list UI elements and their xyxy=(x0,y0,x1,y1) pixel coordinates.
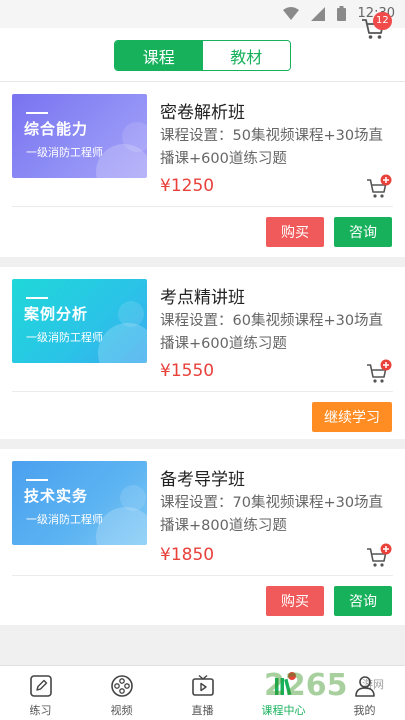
tab-label: 我的 xyxy=(353,704,376,717)
thumbnail-title: 综合能力 xyxy=(24,120,89,138)
divider xyxy=(12,206,393,207)
watermark: 2265 xyxy=(264,668,348,703)
divider xyxy=(12,575,393,576)
tab-textbooks[interactable]: 教材 xyxy=(202,41,290,70)
film-reel-icon xyxy=(111,675,133,697)
course-card: 案例分析 一级消防工程师 考点精讲班 课程设置：60集视频课程+30场直播课+6… xyxy=(0,267,405,439)
course-description: 课程设置：50集视频课程+30场直播课+600道练习题 xyxy=(160,128,384,167)
consult-button[interactable]: 咨询 xyxy=(334,586,392,616)
add-to-cart-icon[interactable] xyxy=(366,543,392,569)
course-card: 技术实务 一级消防工程师 备考导学班 课程设置：70集视频课程+30场直播课+8… xyxy=(0,449,405,625)
thumbnail-subtitle: 一级消防工程师 xyxy=(26,146,103,159)
wifi-icon xyxy=(282,6,299,20)
thumbnail-subtitle: 一级消防工程师 xyxy=(26,331,103,344)
thumbnail-title: 技术实务 xyxy=(24,487,89,505)
buy-button[interactable]: 购买 xyxy=(266,217,324,247)
tab-video[interactable]: 视频 xyxy=(81,666,162,720)
thumbnail-title: 案例分析 xyxy=(24,305,89,323)
tab-courses[interactable]: 课程 xyxy=(115,41,203,70)
consult-button[interactable]: 咨询 xyxy=(334,217,392,247)
tab-label: 练习 xyxy=(29,704,52,717)
course-price: ¥1850 xyxy=(160,545,215,565)
watermark-sub: 游网 xyxy=(362,678,384,691)
tv-play-icon xyxy=(192,674,214,696)
course-thumbnail[interactable]: 综合能力 一级消防工程师 xyxy=(12,94,147,178)
course-price: ¥1250 xyxy=(160,176,215,196)
buy-button[interactable]: 购买 xyxy=(266,586,324,616)
course-description: 课程设置：60集视频课程+30场直播课+600道练习题 xyxy=(160,313,384,352)
pencil-icon xyxy=(30,675,52,697)
header: 课程 教材 xyxy=(0,28,405,82)
course-thumbnail[interactable]: 案例分析 一级消防工程师 xyxy=(12,279,147,363)
divider xyxy=(12,391,393,392)
add-to-cart-icon[interactable] xyxy=(366,359,392,385)
continue-learning-button[interactable]: 继续学习 xyxy=(312,402,392,432)
course-title[interactable]: 密卷解析班 xyxy=(160,98,245,123)
course-title[interactable]: 备考导学班 xyxy=(160,465,245,490)
tab-label: 直播 xyxy=(191,704,214,717)
battery-icon xyxy=(336,6,346,21)
course-card: 综合能力 一级消防工程师 密卷解析班 课程设置：50集视频课程+30场直播课+6… xyxy=(0,82,405,257)
add-to-cart-icon[interactable] xyxy=(366,174,392,200)
tab-live[interactable]: 直播 xyxy=(162,666,243,720)
tab-label: 视频 xyxy=(110,704,133,717)
course-description: 课程设置：70集视频课程+30场直播课+800道练习题 xyxy=(160,495,384,534)
course-thumbnail[interactable]: 技术实务 一级消防工程师 xyxy=(12,461,147,545)
thumbnail-subtitle: 一级消防工程师 xyxy=(26,513,103,526)
status-bar: 12:30 xyxy=(0,0,405,28)
tab-label: 课程中心 xyxy=(261,704,306,717)
segment-control: 课程 教材 xyxy=(114,40,291,71)
course-price: ¥1550 xyxy=(160,361,215,381)
course-title[interactable]: 考点精讲班 xyxy=(160,283,245,308)
signal-icon xyxy=(310,6,325,21)
cart-badge: 12 xyxy=(373,12,392,30)
tab-practice[interactable]: 练习 xyxy=(0,666,81,720)
